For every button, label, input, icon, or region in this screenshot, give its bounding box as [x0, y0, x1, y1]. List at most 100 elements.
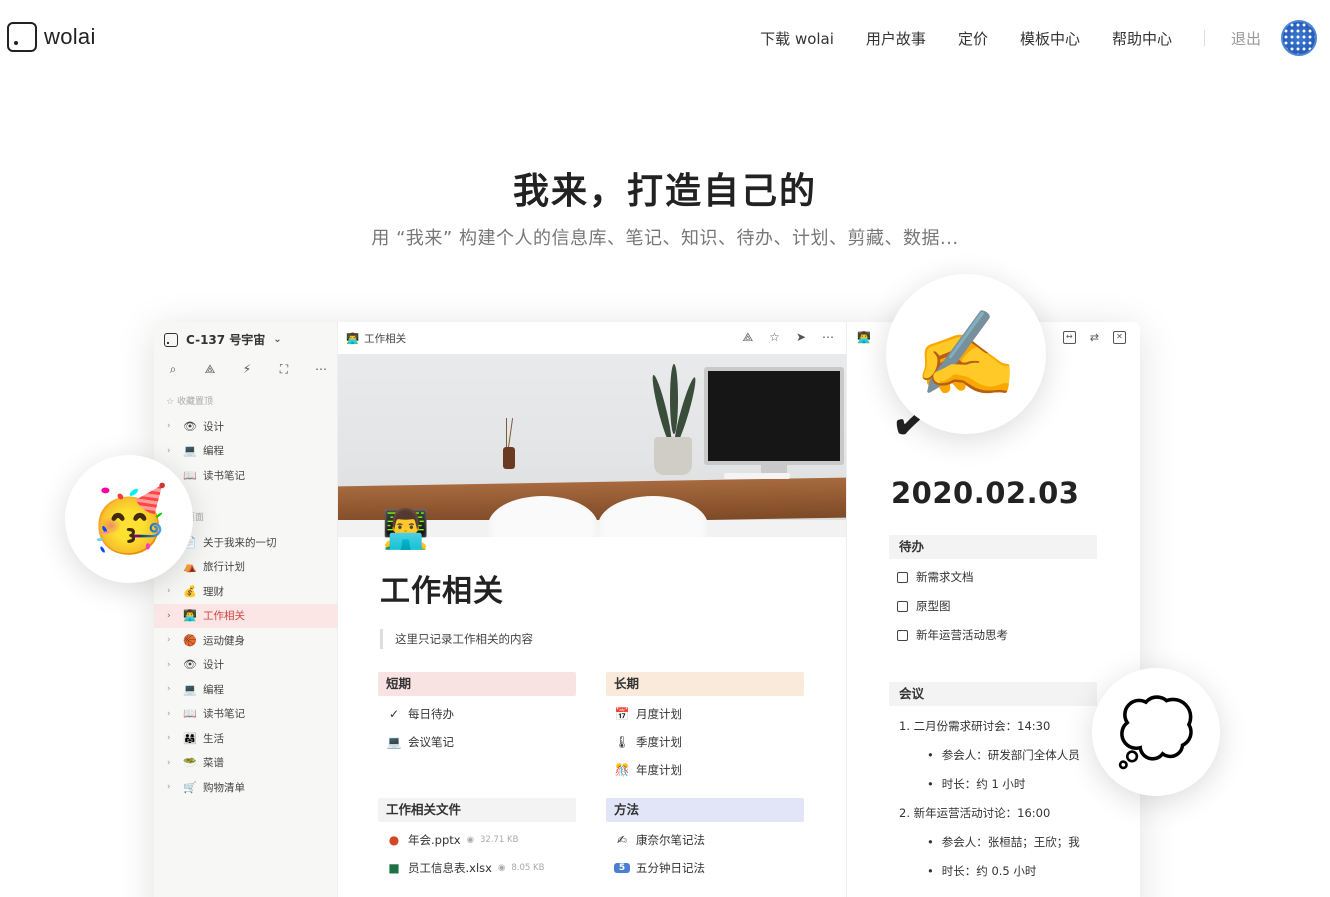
- link-monthly-plan[interactable]: 📅 月度计划: [606, 700, 804, 728]
- main-page: 👨‍💻 工作相关 ⟁ ☆ ➤ ⋯ 👨‍💻 工作相关 这里只: [338, 322, 846, 897]
- page-date-title: 2020.02.03: [891, 476, 1080, 510]
- calendar-icon: 📅: [614, 707, 630, 721]
- plant-pot: [654, 437, 692, 475]
- chevron-right-icon[interactable]: ›: [167, 782, 183, 792]
- todo-heading: 待办: [889, 535, 1097, 559]
- nav-download[interactable]: 下载 wolai: [760, 28, 834, 49]
- monitor: [704, 367, 844, 465]
- close-icon[interactable]: ✕: [1113, 331, 1126, 344]
- nav-user-stories[interactable]: 用户故事: [866, 28, 926, 49]
- sidebar-item-fitness[interactable]: › 🏀 运动健身: [154, 628, 338, 653]
- party-face-bubble: 🥳: [65, 455, 193, 583]
- book-icon: 📖: [183, 707, 197, 721]
- chevron-right-icon[interactable]: ›: [167, 733, 183, 743]
- todo-item[interactable]: 原型图: [897, 598, 951, 614]
- todo-item[interactable]: 新需求文档: [897, 569, 974, 585]
- link-daily-todo[interactable]: ✓ 每日待办: [378, 700, 576, 728]
- chevron-right-icon[interactable]: ›: [167, 421, 183, 431]
- pages-list: ›📄关于我来的一切 ›⛺旅行计划 ›💰理财 ›👨‍💻工作相关 ›🏀运动健身 ›👁…: [154, 530, 338, 800]
- nav-divider: [1203, 30, 1205, 46]
- quote-block: 这里只记录工作相关的内容: [380, 629, 533, 649]
- chevron-right-icon[interactable]: ›: [167, 660, 183, 670]
- work-files-card: 工作相关文件 ● 年会.pptx ◉ 32.71 KB ■ 员工信息表.xlsx ◉ 8.0…: [378, 798, 576, 882]
- sidebar-item-label: 工作相关: [203, 610, 245, 623]
- lightning-icon[interactable]: ⚡: [240, 362, 254, 377]
- file-xlsx[interactable]: ■ 员工信息表.xlsx ◉ 8.05 KB: [378, 854, 576, 882]
- hero-title: 我来，打造自己的: [512, 171, 817, 212]
- workspace-switcher[interactable]: C-137 号宇宙 ⌄: [164, 331, 282, 348]
- logo[interactable]: wolai: [7, 22, 96, 52]
- logo-text: wolai: [44, 24, 96, 49]
- checkbox[interactable]: [897, 571, 908, 583]
- chevron-right-icon[interactable]: ›: [167, 635, 183, 645]
- link-cornell-notes[interactable]: ✍ 康奈尔笔记法: [606, 826, 804, 854]
- sidebar: C-137 号宇宙 ⌄ ⌕ ⟁ ⚡ ⛶ ⋯ ☆ 收藏置顶 ›👁设计 ›💻编程 ›…: [154, 322, 338, 897]
- chevron-right-icon[interactable]: ›: [167, 446, 183, 456]
- favorites-list: ›👁设计 ›💻编程 ›📖读书笔记: [154, 414, 338, 488]
- sidebar-item-fav-coding[interactable]: › 💻 编程: [154, 439, 338, 464]
- writing-hand-icon: ✍️: [913, 304, 1019, 403]
- sidebar-item-label: 编程: [203, 683, 224, 696]
- workspace-name: C-137 号宇宙: [186, 333, 266, 347]
- fullscreen-icon[interactable]: ⛶: [277, 362, 291, 377]
- sidebar-item-travel[interactable]: ›⛺旅行计划: [154, 555, 338, 580]
- breadcrumb[interactable]: 👨‍💻 工作相关: [346, 331, 406, 346]
- file-size: 32.71 KB: [480, 835, 519, 845]
- chevron-right-icon[interactable]: ›: [167, 758, 183, 768]
- sidebar-item-shopping[interactable]: › 🛒 购物清单: [154, 775, 338, 800]
- checkbox[interactable]: [897, 629, 908, 641]
- link-five-minute-journal[interactable]: 5 五分钟日记法: [606, 854, 804, 882]
- link-meeting-notes[interactable]: 💻 会议笔记: [378, 728, 576, 756]
- meeting-item: 2. 新年运营活动讨论：16:00: [899, 806, 1051, 820]
- sidebar-item-label: 菜谱: [203, 757, 224, 770]
- search-icon[interactable]: ⌕: [166, 362, 180, 377]
- todo-item[interactable]: 新年运营活动思考: [897, 627, 1008, 643]
- thought-balloon-icon: 💭: [1116, 695, 1196, 770]
- checkbox[interactable]: [897, 600, 908, 612]
- expand-icon[interactable]: ↔: [1062, 331, 1076, 344]
- sidebar-item-coding[interactable]: › 💻 编程: [154, 677, 338, 702]
- sidebar-item-design[interactable]: › 👁 设计: [154, 653, 338, 678]
- sidebar-item-recipes[interactable]: › 🥗 菜谱: [154, 751, 338, 776]
- writing-hand-icon: ✍: [616, 833, 628, 847]
- sidebar-item-finance[interactable]: › 💰 理财: [154, 579, 338, 604]
- sidebar-item-life[interactable]: › 👨‍👩‍👧 生活: [154, 726, 338, 751]
- link-quarterly-plan[interactable]: 🌡 季度计划: [606, 728, 804, 756]
- diffuser-stick: [507, 418, 514, 448]
- swap-icon[interactable]: ⇄: [1090, 331, 1099, 344]
- file-size: 8.05 KB: [511, 863, 545, 873]
- sidebar-item-work[interactable]: › 👨‍💻 工作相关: [154, 603, 338, 628]
- graph-icon[interactable]: ⟁: [742, 330, 753, 345]
- nav-help[interactable]: 帮助中心: [1112, 28, 1172, 49]
- link-annual-plan[interactable]: 🎊 年度计划: [606, 756, 804, 784]
- chevron-right-icon[interactable]: ›: [167, 709, 183, 719]
- nav-templates[interactable]: 模板中心: [1020, 28, 1080, 49]
- star-icon[interactable]: ☆: [769, 330, 780, 345]
- logout-link[interactable]: 退出: [1231, 28, 1261, 49]
- basketball-icon: 🏀: [183, 633, 197, 647]
- more-icon[interactable]: ⋯: [314, 362, 328, 377]
- logo-icon: [7, 22, 37, 52]
- sidebar-item-fav-design[interactable]: › 👁 设计: [154, 414, 338, 439]
- chevron-right-icon[interactable]: ›: [167, 611, 183, 621]
- short-term-card: 短期 ✓ 每日待办 💻 会议笔记: [378, 672, 576, 756]
- card-heading: 短期: [378, 672, 576, 696]
- tent-icon: ⛺: [183, 560, 197, 574]
- graph-icon[interactable]: ⟁: [203, 362, 217, 377]
- todo-label: 新需求文档: [916, 570, 974, 584]
- chevron-right-icon[interactable]: ›: [167, 586, 183, 596]
- page-emoji-icon[interactable]: 👨‍💻: [382, 510, 429, 548]
- meeting-bullet: 时长：约 0.5 小时: [927, 863, 1037, 879]
- send-icon[interactable]: ➤: [796, 330, 806, 345]
- sidebar-item-label: 编程: [203, 445, 224, 458]
- user-avatar[interactable]: [1281, 20, 1317, 56]
- sidebar-item-reading[interactable]: › 📖 读书笔记: [154, 702, 338, 727]
- chevron-right-icon[interactable]: ›: [167, 684, 183, 694]
- powerpoint-icon: ●: [388, 833, 400, 847]
- nav-pricing[interactable]: 定价: [958, 28, 988, 49]
- thermometer-icon: 🌡: [614, 735, 630, 749]
- file-pptx[interactable]: ● 年会.pptx ◉ 32.71 KB: [378, 826, 576, 854]
- sidebar-toolbar: ⌕ ⟁ ⚡ ⛶ ⋯: [166, 362, 328, 377]
- more-icon[interactable]: ⋯: [822, 330, 834, 345]
- meeting-bullet: 时长：约 1 小时: [927, 776, 1026, 792]
